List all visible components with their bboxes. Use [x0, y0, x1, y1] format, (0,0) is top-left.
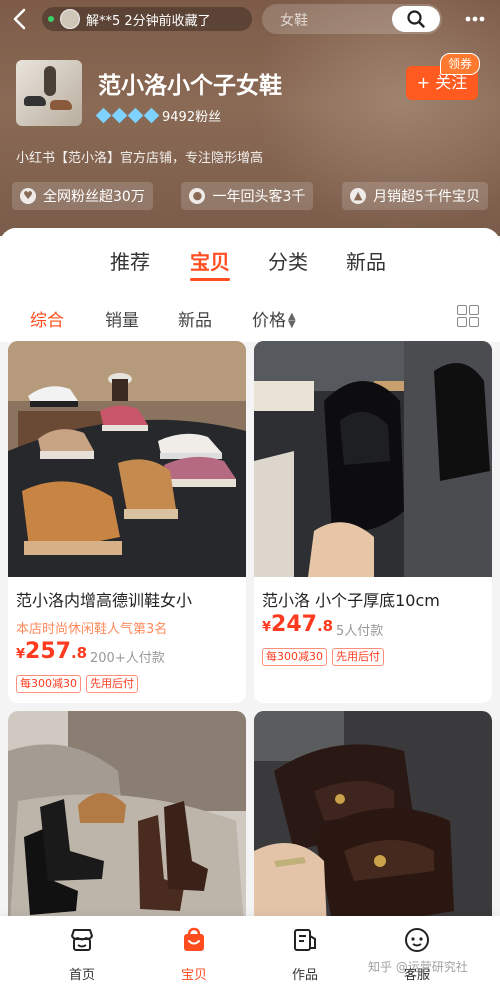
store-icon — [71, 929, 93, 951]
back-arrow-icon[interactable] — [8, 6, 34, 32]
tab-new[interactable]: 新品 — [346, 246, 386, 275]
product-card[interactable] — [8, 711, 246, 951]
store-content-sheet: 推荐 宝贝 分类 新品 综合 销量 新品 价格 ▲ ▼ 范小洛内增高德训鞋女小 … — [0, 228, 500, 987]
product-image[interactable] — [254, 341, 492, 577]
heart-icon: ♥ — [20, 188, 36, 204]
search-button[interactable] — [392, 6, 440, 32]
promo-tags: 每300减30 先用后付 — [16, 675, 143, 693]
grid-view-icon[interactable] — [457, 305, 479, 327]
bottom-navigation: 首页 宝贝 作品 客服 — [0, 916, 500, 987]
price-integer: 247 — [271, 612, 317, 637]
active-tab-indicator — [190, 278, 230, 281]
store-highlights: ♥ 全网粉丝超30万 ● 一年回头客3千 ▲ 月销超5千件宝贝 — [12, 182, 488, 210]
highlight-label: 一年回头客3千 — [212, 189, 306, 205]
highlight-monthly-sales[interactable]: ▲ 月销超5千件宝贝 — [342, 182, 488, 210]
store-header: 解**5 2分钟前收藏了 女鞋 范小洛小个子女鞋 9492粉丝 领券 + 关注 … — [0, 0, 500, 236]
price-decimal: .8 — [316, 617, 334, 635]
sort-new[interactable]: 新品 — [178, 306, 212, 331]
promo-tag: 每300减30 — [262, 648, 327, 666]
highlight-fans[interactable]: ♥ 全网粉丝超30万 — [12, 182, 153, 210]
sort-overall[interactable]: 综合 — [30, 306, 64, 331]
diamond-icon — [143, 107, 160, 124]
promo-tag: 每300减30 — [16, 675, 81, 693]
store-logo[interactable] — [16, 60, 82, 126]
shopping-bag-icon — [184, 927, 204, 951]
nav-products[interactable]: 宝贝 — [164, 926, 224, 983]
diamond-icon — [127, 107, 144, 124]
product-image[interactable] — [8, 341, 246, 577]
search-placeholder: 女鞋 — [280, 13, 308, 29]
nav-works[interactable]: 作品 — [275, 926, 335, 983]
sold-count: 5人付款 — [336, 624, 384, 639]
highlight-label: 全网粉丝超30万 — [43, 189, 145, 205]
watermark: 知乎 @运营研究社 — [368, 960, 468, 974]
price-currency: ¥ — [16, 647, 26, 662]
highlight-label: 月销超5千件宝贝 — [373, 189, 480, 205]
coupon-tag[interactable]: 领券 — [440, 53, 481, 75]
diamond-icon — [95, 107, 112, 124]
nav-label: 首页 — [68, 968, 95, 983]
product-image[interactable] — [254, 711, 492, 951]
sold-count: 200+人付款 — [90, 651, 165, 666]
store-description: 小红书【范小洛】官方店铺，专注隐形增高 — [16, 151, 264, 166]
visitor-avatar — [60, 9, 80, 29]
promo-tags: 每300减30 先用后付 — [262, 648, 389, 666]
sort-price-label: 价格 — [252, 311, 286, 331]
tab-recommend[interactable]: 推荐 — [110, 246, 150, 275]
sort-arrows-icon: ▲ ▼ — [288, 311, 296, 330]
recent-visitor-notice: 解**5 2分钟前收藏了 — [42, 7, 252, 31]
price-currency: ¥ — [262, 620, 272, 635]
user-icon: ● — [189, 188, 206, 204]
store-level-diamonds — [95, 107, 162, 124]
product-card[interactable]: 范小洛 小个子厚底10cm ¥247.8 5人付款 每300减30 先用后付 — [254, 341, 492, 703]
product-title[interactable]: 范小洛内增高德训鞋女小 — [16, 587, 241, 611]
article-icon — [294, 929, 316, 951]
product-subtitle: 本店时尚休闲鞋人气第3名 — [16, 622, 168, 637]
highlight-repeat-customers[interactable]: ● 一年回头客3千 — [181, 182, 314, 210]
product-title[interactable]: 范小洛 小个子厚底10cm — [262, 587, 487, 611]
fire-icon: ▲ — [350, 188, 367, 204]
customer-service-icon — [405, 928, 429, 952]
top-bar: 解**5 2分钟前收藏了 女鞋 — [0, 0, 500, 38]
nav-label: 宝贝 — [180, 968, 207, 983]
price-decimal: .8 — [70, 644, 88, 662]
visitor-notice-text: 解**5 2分钟前收藏了 — [86, 13, 211, 29]
fans-count: 9492粉丝 — [162, 110, 222, 125]
product-image[interactable] — [8, 711, 246, 951]
product-card[interactable]: 范小洛内增高德训鞋女小 本店时尚休闲鞋人气第3名 ¥257.8 200+人付款 … — [8, 341, 246, 703]
promo-tag: 先用后付 — [332, 648, 384, 666]
nav-label: 作品 — [291, 968, 318, 983]
product-card[interactable] — [254, 711, 492, 951]
store-name: 范小洛小个子女鞋 — [98, 73, 282, 99]
product-price: ¥247.8 — [262, 612, 333, 637]
sort-price[interactable]: 价格 ▲ ▼ — [252, 306, 296, 331]
more-dots-icon[interactable] — [458, 4, 492, 34]
nav-home[interactable]: 首页 — [52, 926, 112, 983]
diamond-icon — [111, 107, 128, 124]
store-search-box[interactable]: 女鞋 — [262, 4, 442, 34]
search-icon — [407, 10, 425, 28]
sort-sales[interactable]: 销量 — [105, 306, 139, 331]
sort-bar: 综合 销量 新品 价格 ▲ ▼ — [0, 290, 500, 342]
price-integer: 257 — [25, 639, 71, 664]
tab-categories[interactable]: 分类 — [268, 246, 308, 275]
tab-products[interactable]: 宝贝 — [190, 246, 230, 275]
promo-tag: 先用后付 — [86, 675, 138, 693]
product-price: ¥257.8 — [16, 639, 87, 664]
online-dot — [48, 16, 54, 22]
store-tabs: 推荐 宝贝 分类 新品 — [0, 228, 500, 290]
